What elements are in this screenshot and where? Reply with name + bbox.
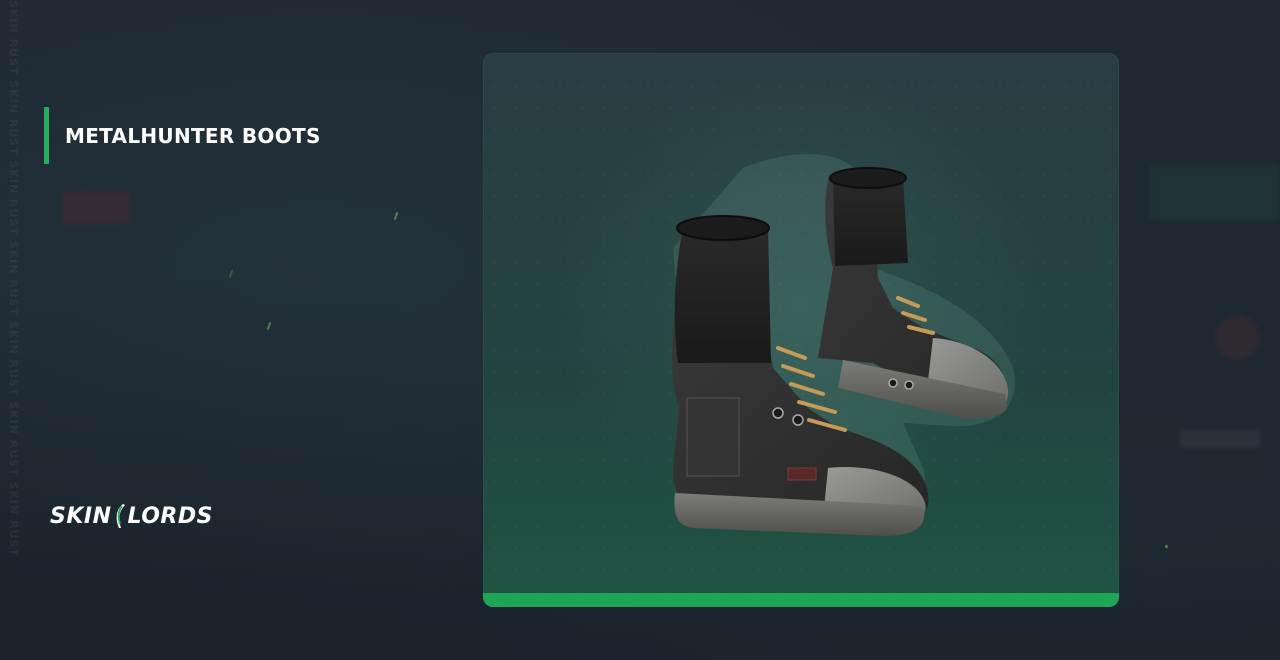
background-blur-shape — [1150, 165, 1280, 220]
rarity-bar — [483, 593, 1119, 607]
background-blur-shape — [1215, 315, 1260, 360]
item-name: METALHUNTER BOOTS — [65, 123, 321, 148]
background-blur-shape — [62, 192, 130, 224]
logo-text-left: SKIN — [50, 503, 112, 529]
title-accent-bar — [44, 107, 49, 164]
spark-decoration — [228, 269, 234, 279]
skinlords-logo: SKIN LORDS — [50, 500, 213, 532]
item-title: METALHUNTER BOOTS — [44, 107, 321, 164]
boots-image — [672, 154, 1015, 536]
logo-text-right: LORDS — [127, 503, 213, 529]
logo-slash-icon — [116, 504, 125, 528]
spark-decoration — [1164, 544, 1169, 549]
mesh-patch — [686, 397, 740, 477]
background-blur-shape — [1180, 430, 1260, 448]
spark-decoration — [266, 321, 272, 331]
banner: SKIN RUST SKIN RUST SKIN RUST SKIN RUST … — [0, 0, 1280, 660]
watermark-text: SKIN RUST SKIN RUST SKIN RUST SKIN RUST … — [7, 0, 20, 557]
spark-decoration — [393, 211, 399, 221]
item-card — [483, 53, 1119, 607]
